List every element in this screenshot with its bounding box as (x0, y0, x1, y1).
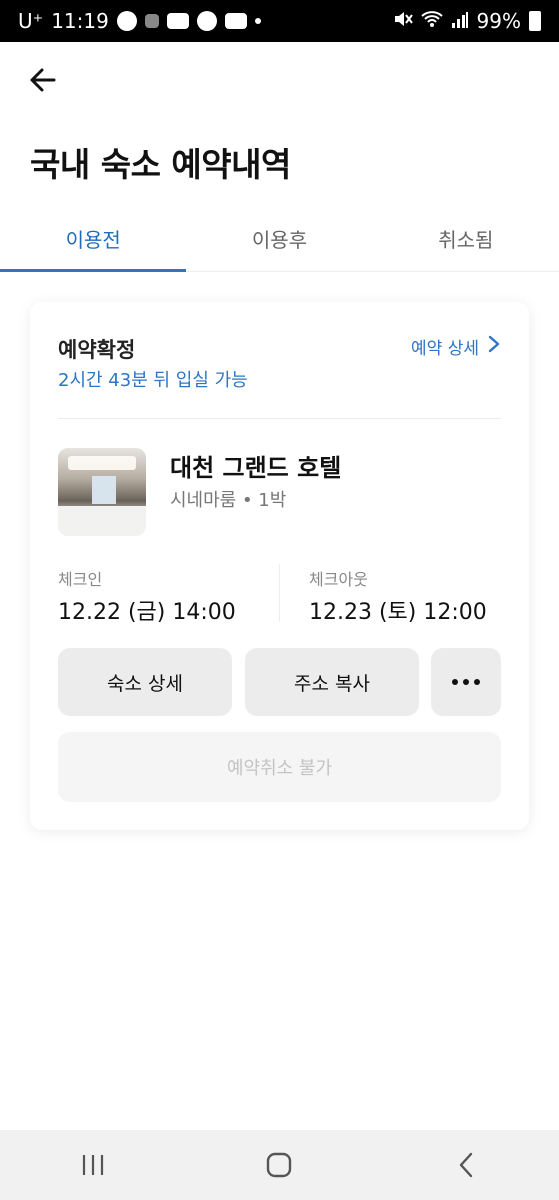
home-icon[interactable] (249, 1140, 309, 1190)
back-arrow-icon[interactable] (26, 62, 62, 98)
battery-label: 99% (476, 9, 521, 33)
tab-cancelled[interactable]: 취소됨 (373, 200, 559, 271)
reservation-detail-link[interactable]: 예약 상세 (411, 334, 501, 359)
wifi-icon (420, 9, 443, 33)
tab-upcoming[interactable]: 이용전 (0, 200, 187, 272)
cancel-reservation-button: 예약취소 불가 (58, 732, 501, 802)
divider (58, 418, 501, 419)
battery-icon (529, 11, 541, 31)
recent-apps-icon[interactable] (63, 1140, 123, 1190)
talk-icon (116, 11, 137, 31)
ticket-icon (224, 13, 247, 29)
mute-icon (393, 9, 413, 33)
pill-icon (196, 11, 217, 31)
more-options-button[interactable] (431, 648, 501, 716)
notification-dot-icon (254, 18, 261, 24)
more-icon (452, 679, 480, 685)
clock: 11:19 (51, 9, 109, 33)
checkin-value: 12.22 (금) 14:00 (58, 600, 236, 625)
copy-address-button[interactable]: 주소 복사 (245, 648, 419, 716)
signal-icon (451, 9, 469, 33)
checkin-countdown: 2시간 43분 뒤 입실 가능 (58, 370, 248, 391)
hotel-thumbnail[interactable] (58, 448, 146, 536)
checkout-value: 12.23 (토) 12:00 (309, 600, 487, 625)
checkout-label: 체크아웃 (309, 570, 368, 589)
tab-past[interactable]: 이용후 (186, 200, 372, 271)
page-title: 국내 숙소 예약내역 (30, 145, 291, 184)
stay-detail-button[interactable]: 숙소 상세 (58, 648, 232, 716)
hotel-name[interactable]: 대천 그랜드 호텔 (170, 448, 341, 483)
reservation-card: 예약확정 2시간 43분 뒤 입실 가능 예약 상세 대천 그랜드 호텔 시네마… (30, 302, 529, 830)
checkin-label: 체크인 (58, 570, 103, 589)
status-bar: U⁺ 11:19 99% (0, 0, 559, 42)
vertical-divider (279, 564, 280, 622)
reservation-status: 예약확정 (58, 338, 136, 362)
carrier-label: U⁺ (18, 9, 44, 33)
reservation-detail-label: 예약 상세 (411, 339, 479, 359)
back-nav-icon[interactable] (436, 1140, 496, 1190)
tab-bar: 이용전 이용후 취소됨 (0, 200, 559, 272)
chevron-right-icon (487, 335, 501, 358)
app-icon (144, 14, 159, 28)
system-nav-bar (0, 1130, 559, 1200)
youtube-icon (166, 13, 189, 29)
room-info: 시네마룸 • 1박 (170, 490, 287, 511)
